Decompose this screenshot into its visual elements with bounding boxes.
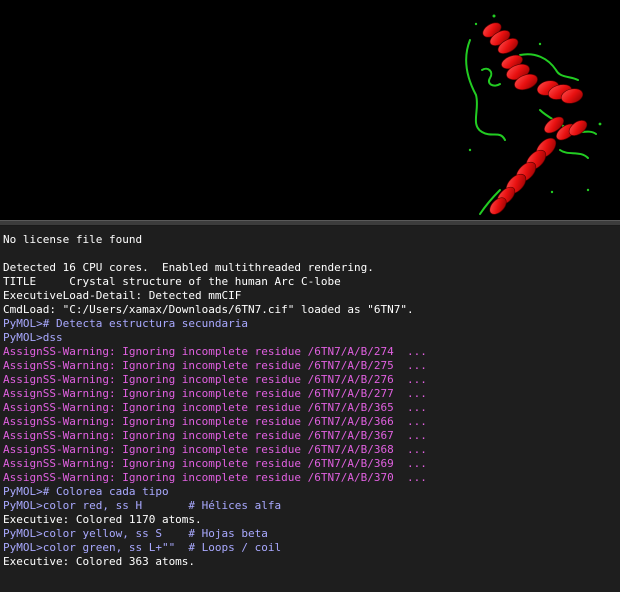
console-line: TITLE Crystal structure of the human Arc… (3, 275, 341, 288)
console-line: AssignSS-Warning: Ignoring incomplete re… (3, 457, 427, 470)
console-line: PyMOL>dss (3, 331, 63, 344)
console-line: AssignSS-Warning: Ignoring incomplete re… (3, 471, 427, 484)
console-line: AssignSS-Warning: Ignoring incomplete re… (3, 443, 427, 456)
console-line: PyMOL># Detecta estructura secundaria (3, 317, 249, 330)
console-line: CmdLoad: "C:/Users/xamax/Downloads/6TN7.… (3, 303, 414, 316)
console-output: No license file found Detected 16 CPU cor… (0, 226, 620, 592)
console-line: ExecutiveLoad-Detail: Detected mmCIF (3, 289, 242, 302)
alpha-helices (482, 22, 588, 215)
console-line: PyMOL>color green, ss L+"" # Loops / coi… (3, 541, 282, 554)
console-line: PyMOL>color red, ss H # Hélices alfa (3, 499, 282, 512)
console-line: AssignSS-Warning: Ignoring incomplete re… (3, 373, 427, 386)
console-line: Executive: Colored 1170 atoms. (3, 513, 202, 526)
console-line: No license file found (3, 233, 143, 246)
console-line: PyMOL># Colorea cada tipo (3, 485, 169, 498)
console-line: PyMOL>color yellow, ss S # Hojas beta (3, 527, 268, 540)
console-line: AssignSS-Warning: Ignoring incomplete re… (3, 359, 427, 372)
console-line: AssignSS-Warning: Ignoring incomplete re… (3, 345, 427, 358)
console-line: AssignSS-Warning: Ignoring incomplete re… (3, 429, 427, 442)
console-line: AssignSS-Warning: Ignoring incomplete re… (3, 387, 427, 400)
molecule-viewport[interactable] (0, 0, 620, 220)
console-line: AssignSS-Warning: Ignoring incomplete re… (3, 401, 427, 414)
console-line: AssignSS-Warning: Ignoring incomplete re… (3, 415, 427, 428)
console-line: Detected 16 CPU cores. Enabled multithre… (3, 261, 374, 274)
console-line: Executive: Colored 363 atoms. (3, 555, 196, 568)
protein-cartoon (465, 14, 602, 215)
